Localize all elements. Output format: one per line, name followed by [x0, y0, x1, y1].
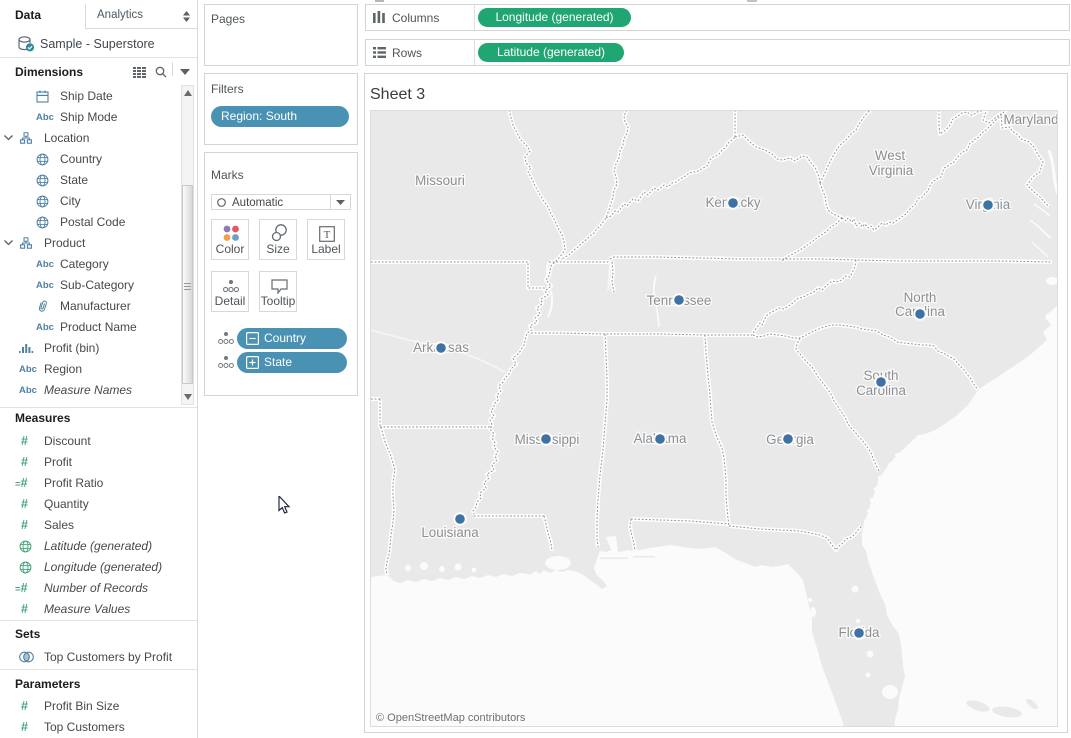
svg-text:© OpenStreetMap contributors: © OpenStreetMap contributors	[376, 712, 526, 724]
svg-text:North: North	[904, 290, 937, 305]
svg-text:Missouri: Missouri	[415, 173, 465, 188]
svg-text:T: T	[324, 229, 331, 241]
svg-text:Virginia: Virginia	[869, 163, 914, 178]
svg-text:West: West	[875, 148, 906, 163]
svg-text:Maryland: Maryland	[1003, 112, 1058, 127]
svg-text:Louisiana: Louisiana	[421, 525, 479, 540]
